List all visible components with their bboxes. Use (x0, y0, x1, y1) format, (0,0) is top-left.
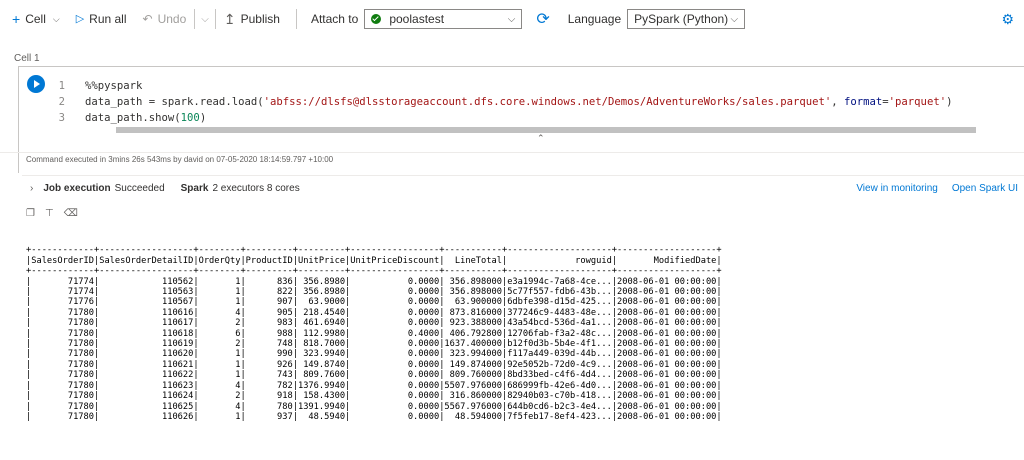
refresh-icon[interactable]: ⟳ (536, 9, 549, 29)
code-text: data_path = spark.read.load( (85, 96, 264, 108)
code-keyword: format (844, 96, 883, 108)
chevron-down-icon: ⌵ (52, 13, 60, 24)
table-row: | 71780| 110621| 1| 926| 149.8740| 0.000… (26, 359, 722, 370)
table-row: | 71780| 110625| 4| 780|1391.9940| 0.000… (26, 401, 722, 412)
job-execution-label: Job execution (43, 183, 111, 194)
add-cell-button[interactable]: + Cell ⌵ (10, 7, 62, 31)
add-cell-label: Cell (25, 12, 46, 26)
notebook-toolbar: + Cell ⌵ ▷ Run all ↶ Undo ⌵ ↥ Publish At… (0, 0, 1024, 38)
line-number: 1 (58, 80, 65, 92)
table-row: | 71774| 110563| 1| 822| 356.8980| 0.000… (26, 287, 722, 298)
run-all-label: Run all (89, 12, 127, 26)
code-editor[interactable]: 1 %%pyspark 2 data_path = spark.read.loa… (59, 78, 953, 126)
line-number: 2 (58, 96, 65, 108)
toolbar-divider (295, 9, 297, 29)
play-icon: ▷ (75, 12, 85, 25)
plus-icon: + (12, 11, 21, 27)
language-label: Language (567, 12, 622, 26)
code-text: ) (946, 96, 953, 108)
attach-to-label: Attach to (310, 12, 359, 26)
language-value: PySpark (Python) (634, 12, 729, 26)
cell-output: +------------+------------------+-------… (26, 235, 1024, 460)
properties-icon[interactable]: ⚙ (1001, 11, 1014, 28)
attach-to-value: poolastest (389, 12, 445, 26)
undo-button[interactable]: ↶ Undo (141, 7, 189, 31)
table-row: | 71780| 110617| 2| 983| 461.6940| 0.000… (26, 318, 722, 329)
table-row: | 71780| 110618| 6| 988| 112.9980| 0.400… (26, 328, 722, 339)
code-text: ) (199, 112, 207, 124)
table-row: | 71774| 110562| 1| 836| 356.8980| 0.000… (26, 276, 722, 287)
table-row: | 71780| 110626| 1| 937| 48.5940| 0.0000… (26, 411, 722, 422)
table-row: | 71780| 110623| 4| 782|1376.9940| 0.000… (26, 380, 722, 391)
undo-label: Undo (157, 12, 187, 26)
code-text: data_path.show( (85, 112, 181, 124)
divider (22, 175, 1024, 176)
clear-output-icon[interactable]: ⌫ (64, 208, 78, 219)
job-execution-summary[interactable]: › Job execution Succeeded Spark 2 execut… (30, 183, 300, 194)
table-row: | 71780| 110624| 2| 918| 158.4300| 0.000… (26, 391, 722, 402)
table-separator: +------------+------------------+-------… (26, 266, 722, 277)
attach-to-dropdown[interactable]: poolastest ⌵ (364, 9, 523, 29)
chevron-right-icon[interactable]: › (30, 183, 33, 194)
table-row: | 71780| 110622| 1| 743| 809.7600| 0.000… (26, 370, 722, 381)
spark-label: Spark (180, 183, 209, 194)
table-row: | 71780| 110619| 2| 748| 818.7000| 0.000… (26, 339, 722, 350)
format-icon[interactable]: ⊤ (45, 208, 54, 219)
publish-icon: ↥ (223, 11, 236, 27)
code-line: 2 data_path = spark.read.load('abfss://d… (59, 94, 953, 110)
undo-icon: ↶ (142, 12, 153, 26)
code-line: 3 data_path.show(100) (59, 110, 952, 126)
collapse-chevron-icon[interactable]: ⌃ (537, 133, 545, 144)
run-cell-button[interactable] (27, 75, 45, 93)
publish-label: Publish (240, 12, 280, 26)
line-number: 3 (58, 112, 65, 124)
divider (0, 152, 1024, 153)
undo-chevron-icon[interactable]: ⌵ (201, 14, 209, 25)
code-text: , (831, 96, 844, 108)
table-row: | 71780| 110616| 4| 905| 218.4540| 0.000… (26, 307, 722, 318)
execution-status: Command executed in 3mins 26s 543ms by d… (26, 155, 334, 164)
copy-icon[interactable]: ❐ (26, 208, 35, 219)
job-links: View in monitoring Open Spark UI (856, 183, 1018, 194)
job-status: Succeeded (114, 183, 165, 194)
open-spark-ui-link[interactable]: Open Spark UI (952, 183, 1018, 194)
table-header: |SalesOrderID|SalesOrderDetailID|OrderQt… (26, 255, 722, 266)
toolbar-divider (194, 9, 196, 29)
horizontal-scrollbar[interactable] (116, 127, 976, 133)
code-string: 'abfss://dlsfs@dlsstorageaccount.dfs.cor… (263, 96, 832, 108)
status-check-icon (371, 14, 382, 24)
code-number: 100 (180, 112, 200, 124)
chevron-down-icon: ⌵ (730, 13, 739, 25)
code-line: 1 %%pyspark (59, 78, 952, 94)
table-row: | 71780| 110620| 1| 990| 323.9940| 0.000… (26, 349, 722, 360)
cell-label: Cell 1 (14, 53, 40, 64)
chevron-down-icon: ⌵ (507, 13, 516, 25)
view-in-monitoring-link[interactable]: View in monitoring (856, 183, 938, 194)
spark-detail: 2 executors 8 cores (212, 183, 300, 194)
code-string: 'parquet' (888, 96, 947, 108)
table-row: | 71776| 110567| 1| 907| 63.9000| 0.0000… (26, 297, 722, 308)
table-separator: +------------+------------------+-------… (26, 245, 722, 256)
output-tools: ❐ ⊤ ⌫ (26, 208, 78, 219)
toolbar-divider (214, 9, 216, 29)
language-dropdown[interactable]: PySpark (Python) ⌵ (627, 9, 746, 29)
publish-button[interactable]: ↥ Publish (222, 7, 282, 31)
code-text: %%pyspark (85, 80, 143, 92)
run-all-button[interactable]: ▷ Run all (74, 7, 129, 31)
